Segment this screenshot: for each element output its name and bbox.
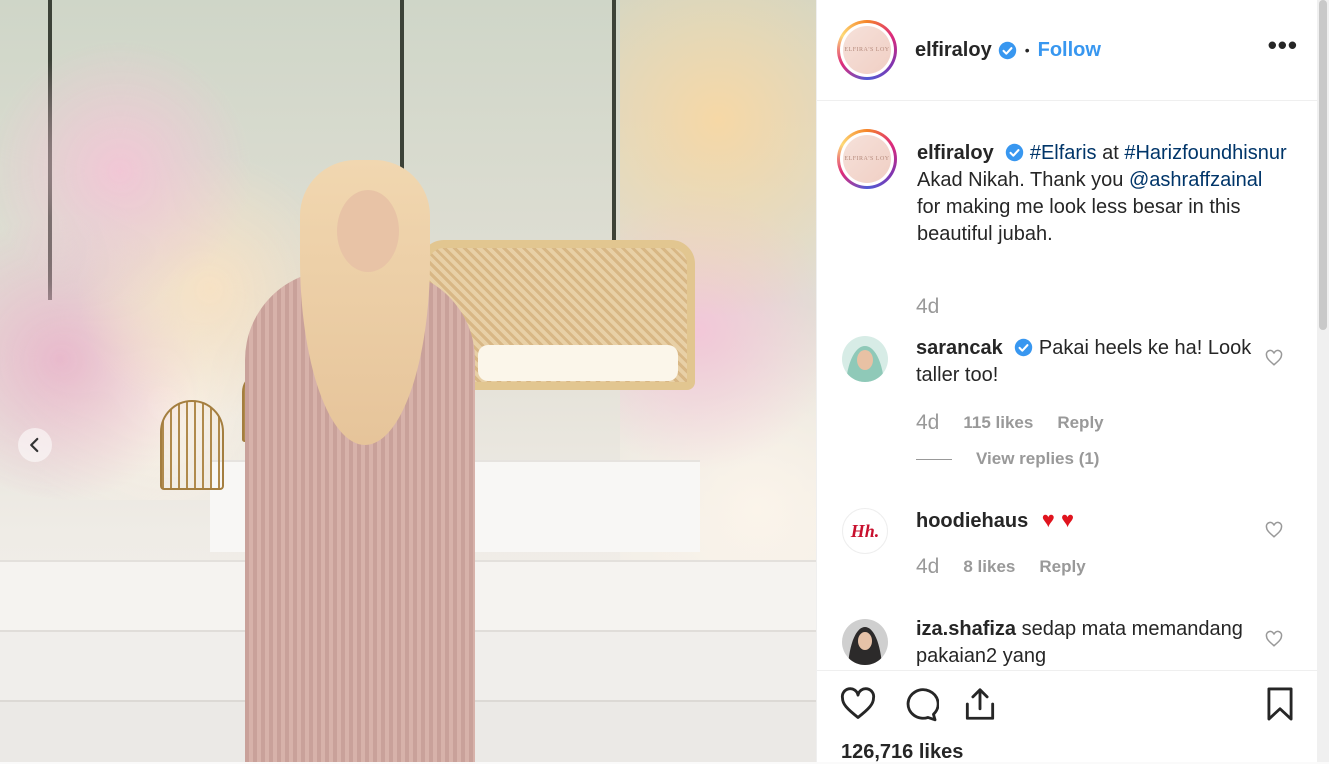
verified-icon [998,41,1016,59]
caption-timestamp: 4d [916,295,940,318]
comment-avatar[interactable] [837,614,893,669]
comment-body: sarancak Pakai heels ke ha! Look taller … [916,335,1266,389]
replies-divider [916,458,952,460]
face [337,190,399,272]
comment-like-heart-icon[interactable] [1265,349,1283,367]
chevron-left-icon [30,437,39,453]
caption-text: elfiraloy #Elfaris at #Harizfoundhisnur … [917,140,1287,248]
reply-button[interactable]: Reply [1057,413,1103,433]
caption-fragment: for making me look less besar in this be… [917,196,1241,245]
author-avatar[interactable]: ELFIRA'S LOY [837,20,897,80]
hashtag-link[interactable]: #Harizfoundhisnur [1124,142,1286,164]
avatar-iza-shafiza [842,619,888,665]
more-icon[interactable]: ••• [1268,32,1298,68]
comment-likes-count[interactable]: 8 likes [963,557,1015,577]
hashtag-link[interactable]: #Elfaris [1030,142,1097,164]
page-scrollbar[interactable] [1317,0,1329,762]
comment-avatar[interactable] [837,331,893,387]
caption-fragment: Akad Nikah. Thank you [917,169,1129,191]
comment-username[interactable]: iza.shafiza [916,618,1016,640]
carousel-prev-button[interactable] [18,428,52,462]
caption-fragment: at [1096,142,1125,164]
caption-meta: 4d [916,295,939,319]
caption-author-avatar[interactable]: ELFIRA'S LOY [837,129,897,189]
comment-meta: 4d 115 likes Reply [916,411,1104,435]
comment-icon[interactable] [901,685,939,723]
verified-icon [1015,338,1033,357]
comment-likes-count[interactable]: 115 likes [963,413,1033,433]
avatar-sarancak [842,336,888,382]
avatar-hoodiehaus-logo: Hh. [842,508,888,554]
comment-meta: 4d 8 likes Reply [916,555,1086,579]
post-actions-bar: 126,716 likes [817,670,1318,763]
comment-username[interactable]: sarancak [916,337,1003,359]
author-username[interactable]: elfiraloy [915,39,992,62]
verified-icon [1006,143,1024,162]
post-photo[interactable] [0,0,816,762]
comment-avatar[interactable]: Hh. [837,503,893,559]
comment-timestamp: 4d [916,555,940,578]
bookmark-icon[interactable] [1261,685,1299,723]
sofa-seat [478,345,678,381]
likes-count[interactable]: 126,716 likes [841,741,963,764]
mention-link[interactable]: @ashraffzainal [1129,169,1262,191]
avatar-logo-text: ELFIRA'S LOY [843,26,891,74]
view-replies-label: View replies (1) [976,449,1100,468]
avatar-logo-text: ELFIRA'S LOY [843,135,891,183]
caption-username[interactable]: elfiraloy [917,142,994,164]
reply-button[interactable]: Reply [1039,557,1085,577]
share-icon[interactable] [961,685,999,723]
comment-timestamp: 4d [916,411,940,434]
separator-dot: • [1024,42,1030,58]
comment-body: iza.shafiza sedap mata memandang pakaian… [916,616,1266,669]
bird-cage [160,400,224,490]
view-replies-button[interactable]: View replies (1) [916,449,1099,469]
heart-emoji-icon: ♥ ♥ [1041,507,1075,532]
post-panel: ELFIRA'S LOY elfiraloy • Follow ••• ELFI… [816,0,1318,763]
comment-body: hoodiehaus ♥ ♥ [916,506,1266,535]
scrollbar-thumb[interactable] [1319,0,1327,330]
post-header: ELFIRA'S LOY elfiraloy • Follow ••• [817,0,1318,101]
comment-username[interactable]: hoodiehaus [916,510,1028,532]
comment-like-heart-icon[interactable] [1265,630,1283,648]
comment-like-heart-icon[interactable] [1265,521,1283,539]
follow-button[interactable]: Follow [1038,39,1101,62]
person-figure [245,160,475,762]
comments-list[interactable]: ELFIRA'S LOY elfiraloy #Elfaris at #Hari… [817,101,1318,669]
heart-icon[interactable] [839,685,877,723]
